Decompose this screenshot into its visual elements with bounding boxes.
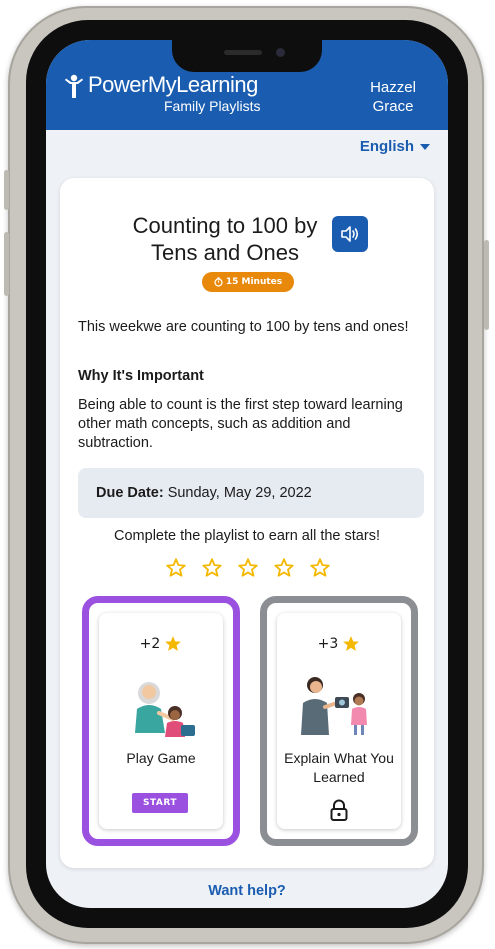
grandparent-child-illustration xyxy=(135,682,195,737)
star-filled-icon xyxy=(343,636,360,651)
playlist-title: Counting to 100 by Tens and Ones xyxy=(132,213,318,265)
stars-message: Complete the playlist to earn all the st… xyxy=(114,528,380,544)
activity-points: +2 xyxy=(99,635,223,652)
duration-text: 15 Minutes xyxy=(225,277,283,287)
brand-subtitle: Family Playlists xyxy=(164,98,261,114)
notch-speaker xyxy=(224,50,262,55)
activity-inner-card: +3 Explain What You Learned xyxy=(277,613,401,829)
speaker-icon xyxy=(341,226,359,242)
playlist-intro: This weekwe are counting to 100 by tens … xyxy=(78,319,409,335)
due-date-box: Due Date: Sunday, May 29, 2022 xyxy=(78,468,424,518)
phone-screen: PowerMyLearning Family Playlists Hazzel … xyxy=(46,40,448,908)
phone-notch xyxy=(172,40,322,72)
activity-points: +3 xyxy=(277,635,401,652)
phone-side-button xyxy=(4,232,9,296)
activity-name: Play Game xyxy=(126,750,196,766)
activity-inner-card: +2 Play Game START xyxy=(99,613,223,829)
star-filled-icon xyxy=(165,636,182,651)
timer-icon xyxy=(214,277,223,287)
language-label: English xyxy=(359,138,414,155)
points-value: +3 xyxy=(317,635,339,652)
activity-name: Explain What You Learned xyxy=(284,750,394,785)
user-name[interactable]: Hazzel Grace xyxy=(358,78,428,116)
phone-side-button xyxy=(4,170,9,210)
activity-card-play-game[interactable]: +2 Play Game START xyxy=(82,596,240,846)
due-date-value: Sunday, May 29, 2022 xyxy=(167,485,312,501)
language-select[interactable]: English xyxy=(360,138,430,155)
start-button[interactable]: START xyxy=(132,793,188,813)
playlist-card: Counting to 100 by Tens and Ones 15 Minu… xyxy=(60,178,434,868)
why-important-text: Being able to count is the first step to… xyxy=(78,397,403,451)
help-link[interactable]: Want help? xyxy=(46,883,448,899)
lock-icon xyxy=(330,799,348,821)
why-important-heading: Why It's Important xyxy=(78,368,204,384)
star-outline-icon xyxy=(166,558,186,577)
phone-side-button xyxy=(484,240,489,330)
star-outline-icon xyxy=(274,558,294,577)
parent-recording-child-illustration xyxy=(301,677,367,735)
read-aloud-button[interactable] xyxy=(332,216,368,252)
duration-badge: 15 Minutes xyxy=(202,272,294,292)
points-value: +2 xyxy=(139,635,161,652)
notch-camera xyxy=(276,48,285,57)
star-outline-icon xyxy=(238,558,258,577)
activity-card-explain[interactable]: +3 Explain What You Learned xyxy=(260,596,418,846)
logo-figure-icon xyxy=(65,74,83,98)
due-date-label: Due Date: xyxy=(96,485,164,501)
chevron-down-icon xyxy=(420,143,430,150)
brand-name: PowerMyLearning xyxy=(88,72,258,97)
stars-progress xyxy=(166,558,330,577)
star-outline-icon xyxy=(310,558,330,577)
star-outline-icon xyxy=(202,558,222,577)
